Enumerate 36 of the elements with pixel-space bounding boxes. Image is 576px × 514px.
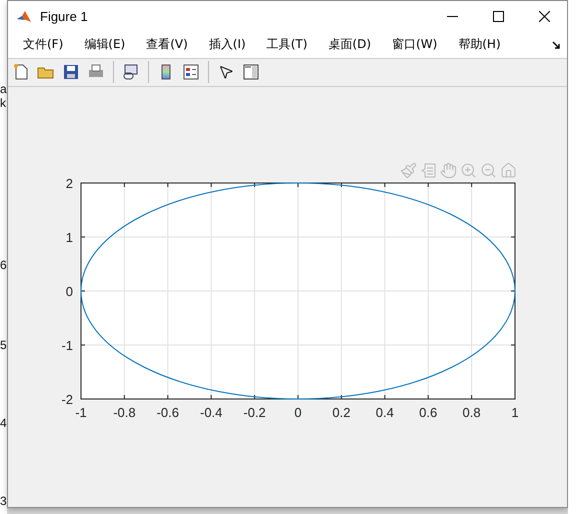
tick-label: -0.4 <box>200 405 222 420</box>
tick-label: 0.4 <box>376 405 394 420</box>
dock-arrow-icon[interactable] <box>552 41 561 50</box>
menu-item[interactable]: 帮助(H) <box>451 34 508 56</box>
matlab-logo-icon <box>16 8 32 24</box>
background-text: 5 <box>0 338 7 352</box>
menu-item[interactable]: 查看(V) <box>139 34 195 56</box>
menu-item[interactable]: 编辑(E) <box>77 34 132 56</box>
tick-label: 0.8 <box>462 405 481 420</box>
close-icon <box>538 11 550 22</box>
tick-label: 0.6 <box>419 405 438 420</box>
tick-label: -1 <box>75 405 87 420</box>
tick-label: 1 <box>511 405 519 420</box>
tick-label: 2 <box>66 176 73 191</box>
tick-label: 0.2 <box>332 405 350 420</box>
window-title: Figure 1 <box>40 9 89 24</box>
tick-label: 0 <box>66 284 73 299</box>
background-text: k <box>0 96 7 110</box>
menu-item[interactable]: 工具(T) <box>260 34 314 56</box>
minimize-icon <box>446 16 458 17</box>
tick-label: -1 <box>61 338 73 353</box>
tick-label: -2 <box>61 392 73 407</box>
background-text: a <box>0 82 7 96</box>
menu-item[interactable]: 插入(I) <box>202 34 253 56</box>
tick-label: 1 <box>66 230 73 245</box>
tick-label: -0.8 <box>113 405 136 420</box>
menu-item[interactable]: 文件(F) <box>16 34 70 56</box>
background-text: 6 <box>0 258 7 272</box>
background-text: 3 <box>0 494 7 508</box>
maximize-icon <box>492 11 504 22</box>
tick-label: 0 <box>294 405 302 420</box>
tick-label: -0.6 <box>156 405 179 420</box>
background-text: 4 <box>0 416 7 430</box>
menu-item[interactable]: 桌面(D) <box>321 34 378 56</box>
menu-item[interactable]: 窗口(W) <box>385 34 444 56</box>
tick-label: -0.2 <box>243 405 266 420</box>
